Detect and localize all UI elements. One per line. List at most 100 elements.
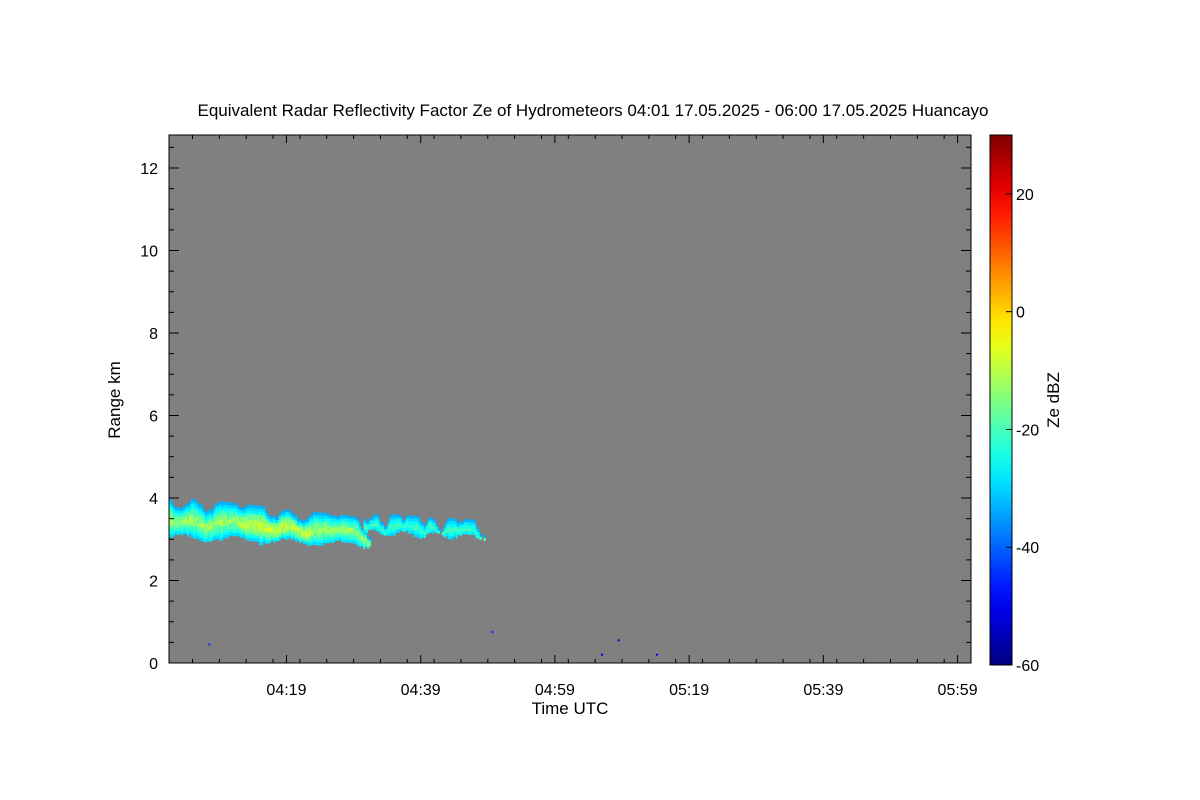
echo-cell — [201, 525, 204, 530]
echo-cell — [415, 533, 418, 538]
echo-cell — [295, 532, 298, 536]
echo-cell — [185, 528, 188, 532]
echo-cell — [197, 529, 200, 533]
echo-cell — [207, 531, 210, 536]
echo-cell — [303, 535, 306, 539]
echo-cell — [207, 534, 210, 539]
echo-cell — [449, 527, 452, 531]
echo-cell — [473, 522, 476, 526]
echo-cell — [285, 512, 288, 516]
echo-cell — [263, 536, 266, 540]
echo-cell — [329, 536, 332, 540]
echo-cell — [349, 515, 352, 519]
echo-cell — [207, 525, 210, 530]
echo-cell — [229, 532, 232, 536]
echo-cell — [353, 522, 356, 526]
echo-cell — [393, 520, 396, 524]
echo-cell — [207, 516, 210, 521]
echo-cell — [421, 528, 424, 532]
echo-cell — [235, 515, 238, 519]
echo-cell — [411, 521, 414, 525]
echo-cell — [255, 514, 258, 518]
echo-cell — [229, 517, 232, 521]
echo-cell — [433, 522, 436, 526]
echo-cell — [171, 531, 174, 535]
echo-cell — [413, 521, 416, 525]
echo-cell — [273, 539, 276, 543]
echo-cell — [363, 527, 366, 531]
echo-cell — [389, 520, 392, 524]
echo-cell — [371, 526, 374, 530]
echo-cell — [317, 515, 320, 519]
echo-cell — [177, 525, 180, 529]
echo-cell — [173, 508, 176, 512]
echo-cell — [263, 530, 266, 534]
echo-cell — [233, 521, 236, 525]
echo-cell — [255, 529, 258, 533]
echo-cell — [293, 529, 296, 533]
echo-cell — [181, 529, 184, 533]
echo-cell — [203, 517, 206, 522]
echo-cell — [277, 519, 280, 524]
echo-cell — [201, 507, 204, 512]
echo-cell — [305, 534, 308, 538]
echo-cell — [405, 524, 408, 528]
echo-cell — [211, 532, 214, 536]
echo-cell — [431, 518, 434, 522]
echo-cell — [423, 525, 426, 529]
echo-cell — [459, 520, 462, 524]
echo-cell — [455, 520, 458, 524]
echo-cell — [307, 527, 310, 531]
echo-cell — [375, 516, 378, 520]
speckle-point — [491, 631, 494, 634]
echo-cell — [247, 513, 250, 517]
echo-cell — [319, 542, 322, 546]
echo-cell — [343, 521, 346, 525]
echo-cell — [315, 526, 318, 531]
echo-cell — [381, 531, 384, 535]
echo-cell — [173, 526, 176, 530]
echo-cell — [317, 518, 320, 522]
echo-cell — [369, 543, 372, 547]
echo-cell — [239, 533, 242, 537]
echo-cell — [219, 525, 222, 529]
echo-cell — [251, 504, 254, 509]
echo-cell — [469, 528, 472, 532]
echo-cell — [239, 530, 242, 534]
echo-cell — [251, 510, 254, 515]
echo-cell — [199, 534, 202, 538]
echo-cell — [393, 523, 396, 527]
echo-cell — [461, 530, 464, 534]
echo-cell — [221, 510, 224, 514]
echo-cell — [261, 527, 264, 531]
echo-cell — [299, 533, 302, 537]
echo-cell — [315, 529, 318, 534]
echo-cell — [263, 533, 266, 537]
echo-cell — [277, 525, 280, 530]
echo-cell — [201, 531, 204, 536]
echo-cell — [341, 517, 344, 521]
echo-cell — [453, 524, 456, 528]
echo-cell — [199, 519, 202, 523]
echo-cell — [367, 520, 370, 524]
echo-cell — [401, 522, 404, 526]
echo-cell — [333, 521, 336, 525]
echo-cell — [287, 508, 290, 513]
echo-cell — [237, 511, 240, 515]
echo-cell — [337, 537, 340, 541]
echo-cell — [271, 516, 274, 520]
echo-cell — [227, 511, 230, 515]
echo-cell — [455, 532, 458, 536]
echo-cell — [191, 510, 194, 514]
echo-cell — [449, 536, 452, 540]
echo-cell — [415, 527, 418, 532]
echo-cell — [219, 501, 222, 505]
echo-cell — [225, 502, 228, 506]
echo-cell — [373, 526, 376, 530]
colorbar-tick-label: 20 — [1016, 187, 1034, 204]
echo-cell — [179, 507, 182, 511]
echo-cell — [393, 532, 396, 536]
echo-cell — [365, 523, 368, 527]
echo-cell — [419, 526, 422, 531]
echo-cell — [255, 520, 258, 524]
